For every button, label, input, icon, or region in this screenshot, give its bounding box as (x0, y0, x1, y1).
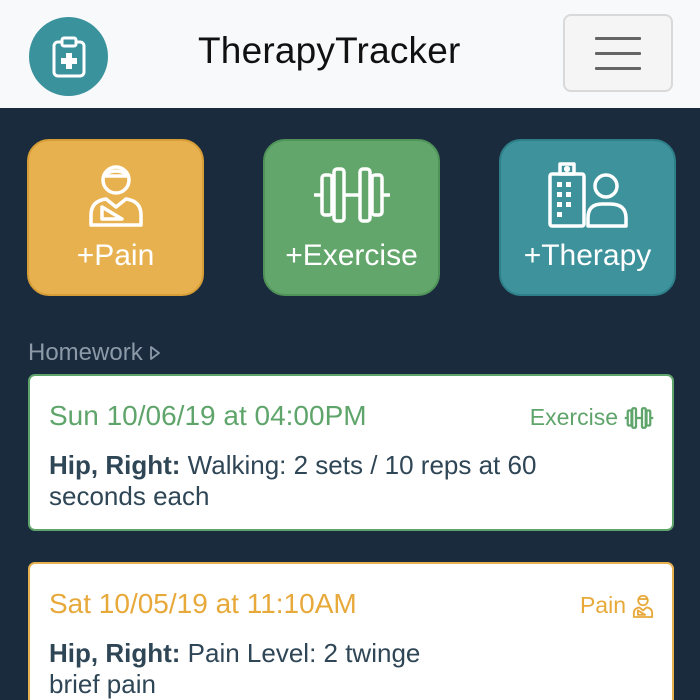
dumbbell-icon (313, 167, 390, 223)
hospital-user-icon (547, 162, 628, 228)
homework-section-toggle[interactable]: Homework (28, 339, 161, 367)
add-pain-label: +Pain (76, 239, 155, 272)
navbar: TherapyTracker (0, 0, 700, 108)
clipboard-medical-icon (52, 36, 85, 77)
entry-detail-line1: Walking: 2 sets / 10 reps at 60 (187, 450, 537, 480)
homework-card[interactable]: Sun 10/06/19 at 04:00PM Exercise Hip, Ri… (28, 374, 674, 531)
app-title[interactable]: TherapyTracker (198, 30, 461, 72)
entry-location: Hip, Right: (49, 638, 181, 668)
hamburger-line (595, 51, 641, 55)
add-exercise-button[interactable]: +Exercise (263, 139, 440, 296)
caret-right-icon (149, 346, 160, 360)
entry-type-label: Exercise (529, 404, 618, 430)
injured-person-icon (88, 165, 143, 227)
add-pain-button[interactable]: +Pain (27, 139, 204, 296)
entry-type: Pain (580, 592, 654, 619)
menu-toggle-button[interactable] (563, 14, 673, 92)
add-therapy-button[interactable]: +Therapy (499, 139, 676, 296)
dumbbell-icon (624, 406, 654, 429)
entry-detail-line2: seconds each (49, 481, 210, 511)
entry-datetime: Sun 10/06/19 at 04:00PM (49, 400, 367, 431)
add-exercise-label: +Exercise (285, 239, 418, 272)
add-therapy-label: +Therapy (523, 239, 652, 272)
entry-detail-line1: Pain Level: 2 twinge (187, 638, 421, 668)
injured-person-icon (632, 594, 654, 618)
hamburger-line (595, 36, 641, 40)
entry-details: Hip, Right: Walking: 2 sets / 10 reps at… (49, 450, 649, 512)
logo[interactable] (29, 17, 108, 96)
entry-type-label: Pain (579, 592, 626, 618)
homework-title: Homework (28, 339, 143, 366)
entry-detail-line2: brief pain (49, 669, 156, 699)
entry-type: Exercise (530, 404, 654, 431)
entry-datetime: Sat 10/05/19 at 11:10AM (49, 588, 357, 619)
entry-location: Hip, Right: (49, 450, 181, 480)
entry-details: Hip, Right: Pain Level: 2 twinge brief p… (49, 638, 649, 700)
hamburger-line (595, 66, 641, 70)
homework-card[interactable]: Sat 10/05/19 at 11:10AM Pain Hip, Right:… (28, 562, 674, 700)
